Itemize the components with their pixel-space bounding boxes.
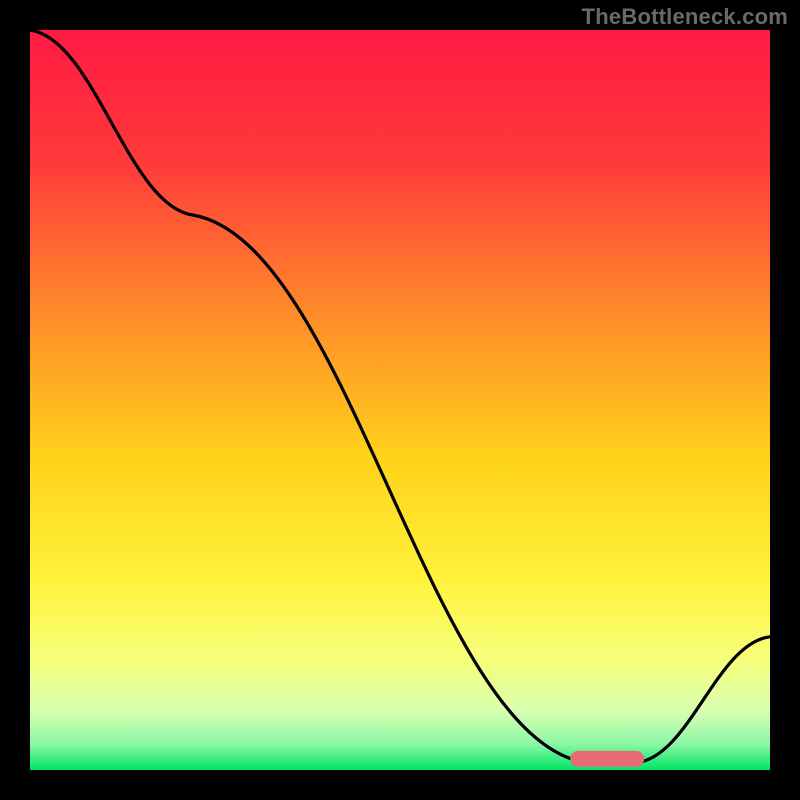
optimal-marker <box>30 30 770 770</box>
watermark-text: TheBottleneck.com <box>582 4 788 30</box>
chart-stage: TheBottleneck.com <box>0 0 800 800</box>
plot-area <box>30 30 770 770</box>
